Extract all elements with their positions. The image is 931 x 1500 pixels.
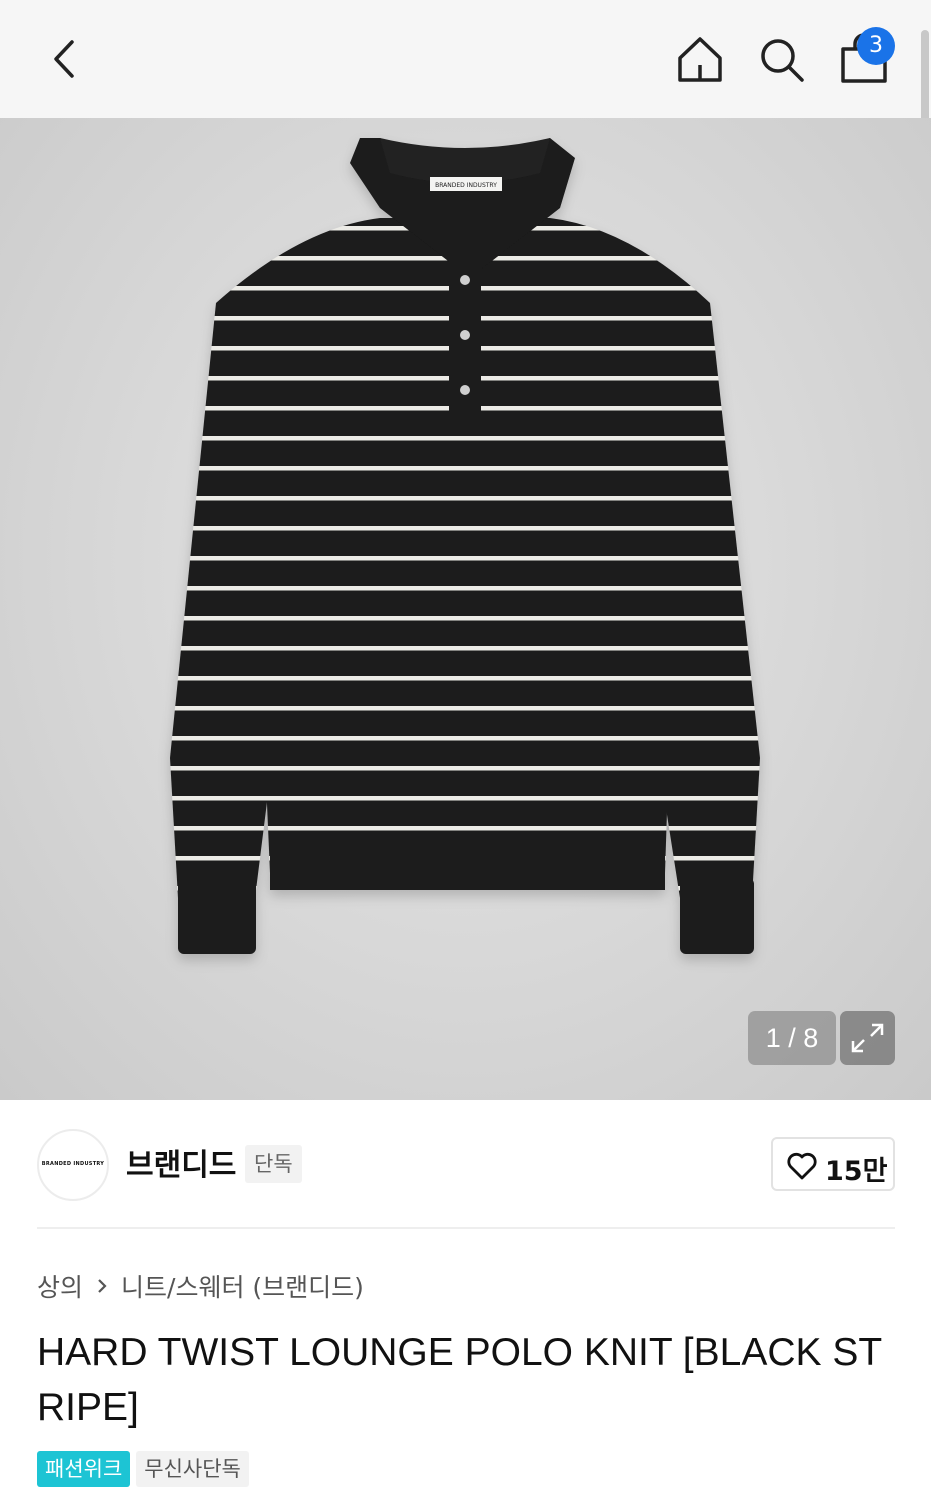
product-tags: 패션위크 무신사단독 [37, 1451, 249, 1487]
brand-logo-text: BRANDED INDUSTRY [41, 1161, 105, 1167]
search-icon[interactable] [754, 32, 810, 88]
chevron-right-icon [98, 1279, 107, 1293]
breadcrumb: 상의 니트/스웨터 (브랜디드) [37, 1268, 364, 1304]
neck-label-text: BRANDED INDUSTRY [435, 182, 497, 189]
expand-arrows-icon[interactable] [840, 1011, 895, 1065]
product-image: BRANDED INDUSTRY [170, 138, 760, 954]
heart-icon [787, 1152, 817, 1180]
top-nav-bar [0, 0, 931, 118]
brand-name[interactable]: 브랜디드 [126, 1140, 236, 1184]
chevron-left-icon[interactable] [40, 34, 90, 84]
tag-musinsa-exclusive[interactable]: 무신사단독 [136, 1451, 249, 1487]
cart-count-badge: 3 [857, 27, 895, 65]
tag-fashion-week[interactable]: 패션위크 [37, 1451, 131, 1487]
product-title: HARD TWIST LOUNGE POLO KNIT [BLACK STRIP… [37, 1331, 883, 1429]
exclusive-badge: 단독 [245, 1145, 302, 1183]
image-counter: 1 / 8 [748, 1011, 836, 1065]
divider [37, 1227, 895, 1229]
breadcrumb-category[interactable]: 상의 [37, 1268, 83, 1304]
product-image-gallery[interactable]: BRANDED INDUSTRY [0, 118, 931, 1100]
like-button[interactable]: 15만 [771, 1137, 895, 1191]
like-count: 15만 [825, 1156, 888, 1187]
brand-logo[interactable]: BRANDED INDUSTRY [37, 1129, 109, 1201]
breadcrumb-subcategory[interactable]: 니트/스웨터 (브랜디드) [121, 1268, 364, 1304]
home-icon[interactable] [672, 32, 728, 88]
